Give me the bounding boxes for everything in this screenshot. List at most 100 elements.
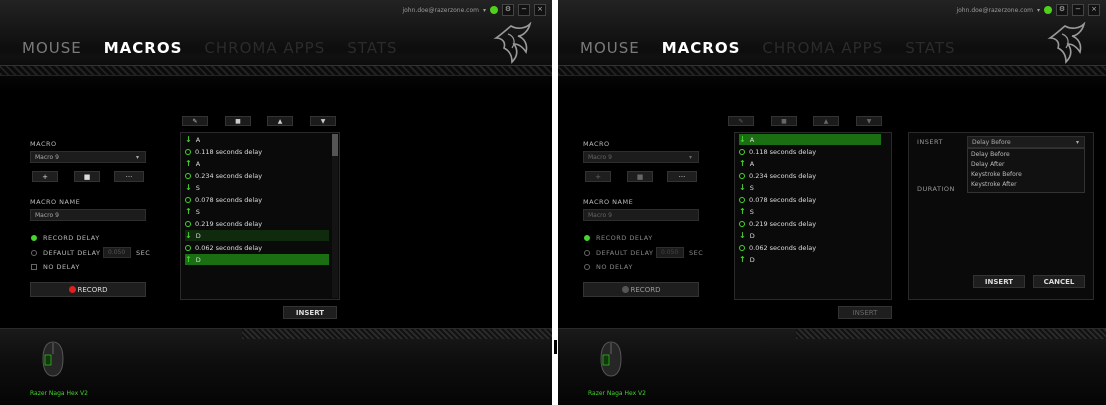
dropdown-caret-icon[interactable]: ▾ xyxy=(483,7,486,14)
insert-confirm-button[interactable]: INSERT xyxy=(973,275,1025,288)
list-item[interactable]: 0.234 seconds delay xyxy=(739,170,881,181)
macro-name-input[interactable]: Macro 9 xyxy=(583,209,699,221)
delay-clock-icon xyxy=(185,220,191,227)
list-item[interactable]: ↑ D xyxy=(739,254,881,265)
move-up-button[interactable]: ▲ xyxy=(267,116,293,126)
cancel-button[interactable]: CANCEL xyxy=(1033,275,1085,288)
settings-icon[interactable]: ⚙ xyxy=(502,4,514,16)
scrollbar-thumb[interactable] xyxy=(332,134,338,156)
list-item[interactable]: 0.118 seconds delay xyxy=(185,146,329,157)
razer-logo-icon xyxy=(493,22,532,64)
close-button[interactable]: × xyxy=(534,4,546,16)
mouse-device-icon[interactable] xyxy=(600,341,622,377)
dropdown-caret-icon[interactable]: ▾ xyxy=(1037,7,1040,14)
macro-name-label: MACRO NAME xyxy=(30,198,81,206)
tab-stats[interactable]: STATS xyxy=(347,39,397,57)
default-delay-input[interactable]: 0.050 xyxy=(103,247,131,258)
no-delay-radio[interactable] xyxy=(584,264,590,270)
chevron-down-icon: ▾ xyxy=(135,154,139,161)
minimize-button[interactable]: − xyxy=(1072,4,1084,16)
add-macro-button[interactable]: + xyxy=(585,171,611,182)
list-item[interactable]: 0.219 seconds delay xyxy=(185,218,329,229)
list-item[interactable]: ↑ A xyxy=(739,158,881,169)
tab-macros[interactable]: MACROS xyxy=(662,39,741,57)
stop-button[interactable]: ■ xyxy=(771,116,797,126)
list-item[interactable]: 0.234 seconds delay xyxy=(185,170,329,181)
mouse-device-icon[interactable] xyxy=(42,341,64,377)
settings-icon[interactable]: ⚙ xyxy=(1056,4,1068,16)
move-down-button[interactable]: ▼ xyxy=(310,116,336,126)
stop-button[interactable]: ■ xyxy=(225,116,251,126)
move-down-button[interactable]: ▼ xyxy=(856,116,882,126)
macro-content: MACRO Macro 9 ▾ + ■ ··· MACRO NAME Macro… xyxy=(558,92,1106,328)
dropdown-option[interactable]: Keystroke Before xyxy=(971,171,1022,178)
tab-stats[interactable]: STATS xyxy=(905,39,955,57)
list-item[interactable]: ↓ S xyxy=(185,182,329,193)
list-item-selected[interactable]: ↓ A xyxy=(739,134,881,145)
scrollbar[interactable] xyxy=(332,134,338,298)
macro-content: MACRO Macro 9 ▾ + ■ ··· MACRO NAME Macro… xyxy=(0,92,552,328)
edit-button[interactable]: ✎ xyxy=(728,116,754,126)
macro-name-input[interactable]: Macro 9 xyxy=(30,209,146,221)
list-item[interactable]: 0.219 seconds delay xyxy=(739,218,881,229)
list-item[interactable]: ↓ D xyxy=(185,230,329,241)
macro-select[interactable]: Macro 9 ▾ xyxy=(583,151,699,163)
device-name: Razer Naga Hex V2 xyxy=(30,390,88,397)
default-delay-radio[interactable] xyxy=(31,250,37,256)
minimize-button[interactable]: − xyxy=(518,4,530,16)
tab-mouse[interactable]: MOUSE xyxy=(580,39,640,57)
list-item[interactable]: ↑ S xyxy=(739,206,881,217)
macro-name-label: MACRO NAME xyxy=(583,198,634,206)
record-delay-radio[interactable] xyxy=(584,235,590,241)
dropdown-option[interactable]: Keystroke After xyxy=(971,181,1017,188)
key-up-icon: ↑ xyxy=(739,255,746,264)
tab-chroma-apps[interactable]: CHROMA APPS xyxy=(762,39,883,57)
delete-macro-button[interactable]: ■ xyxy=(74,171,100,182)
close-button[interactable]: × xyxy=(1088,4,1100,16)
tab-chroma-apps[interactable]: CHROMA APPS xyxy=(204,39,325,57)
macro-select[interactable]: Macro 9 ▾ xyxy=(30,151,146,163)
insert-button[interactable]: INSERT xyxy=(283,306,337,319)
list-item[interactable]: 0.078 seconds delay xyxy=(185,194,329,205)
add-macro-button[interactable]: + xyxy=(32,171,58,182)
insert-type-dropdown: Delay Before Delay After Keystroke Befor… xyxy=(967,148,1085,193)
macro-event-list[interactable]: ↓ A 0.118 seconds delay ↑ A 0.234 seconds … xyxy=(180,132,340,300)
record-button[interactable]: RECORD xyxy=(30,282,146,297)
list-item-selected[interactable]: ↑ D xyxy=(185,254,329,265)
macro-select-value: Macro 9 xyxy=(35,154,59,161)
list-item[interactable]: ↓ S xyxy=(739,182,881,193)
insert-type-select[interactable]: Delay Before ▾ xyxy=(967,136,1085,148)
edit-button[interactable]: ✎ xyxy=(182,116,208,126)
key-up-icon: ↑ xyxy=(739,207,746,216)
list-item[interactable]: ↓ D xyxy=(739,230,881,241)
macro-event-list[interactable]: ↓ A 0.118 seconds delay ↑ A 0.234 seconds … xyxy=(734,132,892,300)
account-email[interactable]: john.doe@razerzone.com xyxy=(956,7,1033,14)
default-delay-input[interactable]: 0.050 xyxy=(656,247,684,258)
list-item[interactable]: ↑ S xyxy=(185,206,329,217)
sec-label: SEC xyxy=(136,249,151,257)
delay-clock-icon xyxy=(739,220,745,227)
dropdown-option[interactable]: Delay After xyxy=(971,161,1005,168)
list-item[interactable]: ↑ A xyxy=(185,158,329,169)
list-item[interactable]: 0.062 seconds delay xyxy=(739,242,881,253)
more-options-button[interactable]: ··· xyxy=(114,171,144,182)
list-item[interactable]: ↓ A xyxy=(185,134,329,145)
list-item[interactable]: 0.118 seconds delay xyxy=(739,146,881,157)
dropdown-option[interactable]: Delay Before xyxy=(971,151,1010,158)
default-delay-radio[interactable] xyxy=(584,250,590,256)
no-delay-radio[interactable] xyxy=(31,264,37,270)
account-email[interactable]: john.doe@razerzone.com xyxy=(402,7,479,14)
delete-macro-button[interactable]: ■ xyxy=(627,171,653,182)
tab-macros[interactable]: MACROS xyxy=(104,39,183,57)
list-item[interactable]: 0.062 seconds delay xyxy=(185,242,329,253)
more-options-button[interactable]: ··· xyxy=(667,171,697,182)
duration-label: DURATION xyxy=(917,185,955,193)
record-button[interactable]: RECORD xyxy=(583,282,699,297)
record-delay-radio[interactable] xyxy=(31,235,37,241)
insert-button[interactable]: INSERT xyxy=(838,306,892,319)
move-up-button[interactable]: ▲ xyxy=(813,116,839,126)
device-name: Razer Naga Hex V2 xyxy=(588,390,646,397)
delay-clock-icon xyxy=(739,172,745,179)
tab-mouse[interactable]: MOUSE xyxy=(22,39,82,57)
list-item[interactable]: 0.078 seconds delay xyxy=(739,194,881,205)
